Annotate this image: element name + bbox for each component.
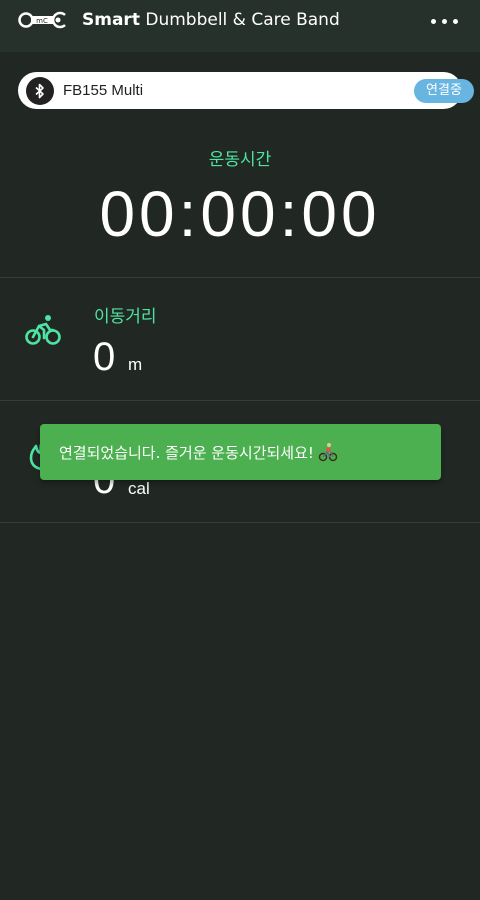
connection-status-badge[interactable]: 연결중: [414, 79, 474, 103]
more-horizontal-icon: [430, 18, 436, 24]
workout-time-label: 운동시간: [208, 150, 272, 170]
app-title: Smart Dumbbell & Care Band: [82, 9, 340, 31]
svg-text:mC: mC: [36, 17, 48, 25]
toast-message: 연결되었습니다. 즐거운 운동시간되세요!: [59, 443, 314, 462]
divider: [0, 277, 480, 278]
app-title-product: Dumbbell & Care Band: [139, 10, 340, 30]
device-connection-bar[interactable]: FB155 Multi 연결중: [18, 72, 474, 109]
bicycle-icon: [25, 315, 61, 345]
workout-time-value: 00:00:00: [99, 178, 381, 250]
cyclist-emoji-icon: [318, 443, 338, 462]
distance-value: 0: [93, 335, 116, 379]
more-dot: [441, 18, 447, 24]
bluetooth-icon: [26, 77, 54, 105]
connection-toast[interactable]: 연결되었습니다. 즐거운 운동시간되세요!: [40, 424, 441, 480]
more-menu-button[interactable]: [424, 8, 464, 34]
device-name: FB155 Multi: [63, 82, 144, 99]
calories-unit: cal: [128, 479, 150, 498]
divider: [0, 522, 480, 523]
distance-label: 이동거리: [94, 307, 157, 327]
distance-unit: m: [128, 355, 143, 374]
app-title-brand: Smart: [82, 10, 140, 30]
more-dot: [452, 18, 458, 24]
app-header: mC Smart Dumbbell & Care Band: [0, 0, 480, 52]
app-logo: mC: [18, 11, 66, 29]
divider: [0, 400, 480, 401]
